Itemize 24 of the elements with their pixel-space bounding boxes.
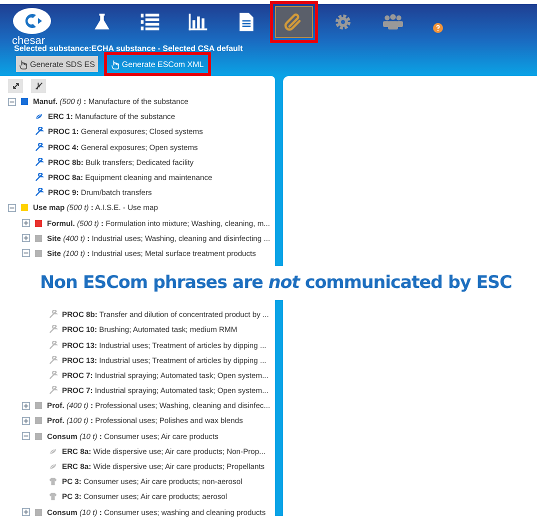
expand-all-button[interactable] — [8, 79, 23, 93]
caption-text: Non ESCom phrases are not communicated by ESC — [40, 273, 512, 293]
expand-icon[interactable] — [22, 508, 30, 516]
hand-icon — [19, 58, 28, 70]
collapse-all-button[interactable] — [31, 79, 46, 93]
generate-button[interactable]: Generate SDS ES — [16, 56, 98, 72]
list-icon — [139, 11, 161, 33]
collapse-icon[interactable] — [22, 249, 30, 258]
expand-icon[interactable] — [22, 234, 30, 242]
collapse-icon — [34, 82, 42, 90]
bar-chart-icon — [187, 11, 209, 33]
help-icon — [433, 23, 443, 33]
collapse-icon[interactable] — [8, 204, 16, 212]
expand-icon[interactable] — [22, 402, 30, 410]
people-icon — [381, 12, 405, 32]
expand-icon[interactable] — [22, 219, 30, 228]
collapse-icon[interactable] — [8, 98, 16, 106]
selection-info: Selected substance:ECHA substance - Selected CSA default — [14, 44, 244, 53]
hand-icon — [110, 58, 120, 70]
expand-icon — [12, 82, 20, 90]
collapse-icon[interactable] — [22, 432, 30, 440]
logo-icon — [12, 7, 52, 35]
settings-icon — [333, 12, 353, 32]
expand-icon[interactable] — [22, 416, 30, 425]
